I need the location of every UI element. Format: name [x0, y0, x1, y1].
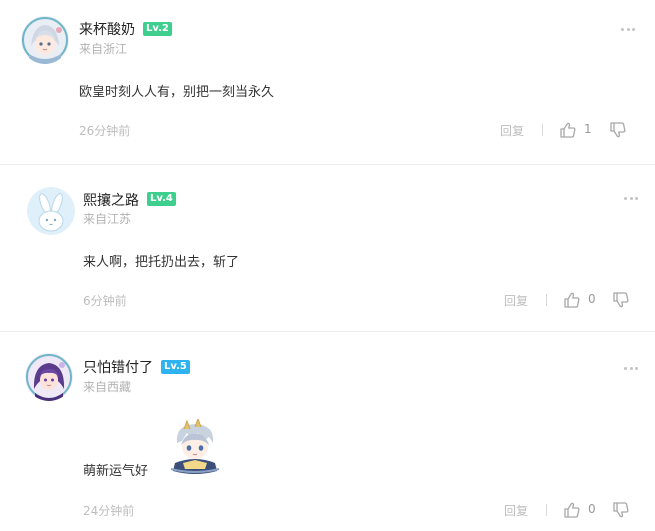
reply-button[interactable]: 回复 [500, 122, 524, 139]
comment-time: 24分钟前 [83, 504, 135, 518]
comment-time: 6分钟前 [83, 294, 127, 308]
comment-text: 欧皇时刻人人有，别把一刻当永久 [79, 85, 275, 100]
like-count: 0 [588, 502, 596, 516]
more-options-icon[interactable] [624, 365, 638, 371]
chibi-character-sticker-icon [170, 419, 220, 474]
like-count: 0 [588, 292, 596, 306]
like-count: 1 [584, 122, 592, 136]
comment-divider [0, 331, 655, 332]
thumbs-down-icon[interactable] [612, 291, 630, 309]
user-avatar[interactable] [21, 16, 69, 64]
user-location: 来自江苏 [83, 212, 132, 226]
anime-girl-avatar-icon [21, 16, 69, 64]
user-location: 来自浙江 [79, 42, 128, 56]
comment-item: 熙攘之路 Lv.4 来自江苏 来人啊，把托扔出去，斩了 6分钟前 回复 0 [0, 170, 655, 332]
username[interactable]: 熙攘之路 [83, 190, 139, 210]
comment-text: 萌新运气好 [83, 464, 149, 479]
level-badge: Lv.2 [143, 22, 172, 36]
level-badge: Lv.4 [147, 192, 176, 206]
divider [546, 504, 547, 516]
user-avatar[interactable] [27, 187, 75, 235]
more-options-icon[interactable] [624, 195, 638, 201]
comment-item: 只怕错付了 Lv.5 来自西藏 萌新运气好 24分钟前 回复 0 [0, 333, 655, 531]
user-avatar[interactable] [25, 353, 73, 401]
username[interactable]: 来杯酸奶 [79, 19, 135, 39]
thumbs-down-icon[interactable] [612, 501, 630, 519]
level-badge: Lv.5 [161, 360, 190, 374]
divider [546, 294, 547, 306]
username[interactable]: 只怕错付了 [83, 357, 153, 377]
comment-item: 来杯酸奶 Lv.2 来自浙江 欧皇时刻人人有，别把一刻当永久 26分钟前 回复 … [0, 0, 655, 165]
user-location: 来自西藏 [83, 380, 132, 394]
thumbs-up-icon[interactable] [559, 121, 577, 139]
comment-text: 来人啊，把托扔出去，斩了 [83, 255, 240, 270]
bunny-avatar-icon [27, 187, 75, 235]
comment-divider [0, 164, 655, 165]
thumbs-down-icon[interactable] [609, 121, 627, 139]
thumbs-up-icon[interactable] [563, 291, 581, 309]
more-options-icon[interactable] [621, 26, 635, 32]
thumbs-up-icon[interactable] [563, 501, 581, 519]
comment-time: 26分钟前 [79, 124, 131, 138]
purple-hair-character-avatar-icon [25, 353, 73, 401]
reply-button[interactable]: 回复 [504, 292, 528, 309]
divider [542, 124, 543, 136]
reply-button[interactable]: 回复 [504, 502, 528, 519]
